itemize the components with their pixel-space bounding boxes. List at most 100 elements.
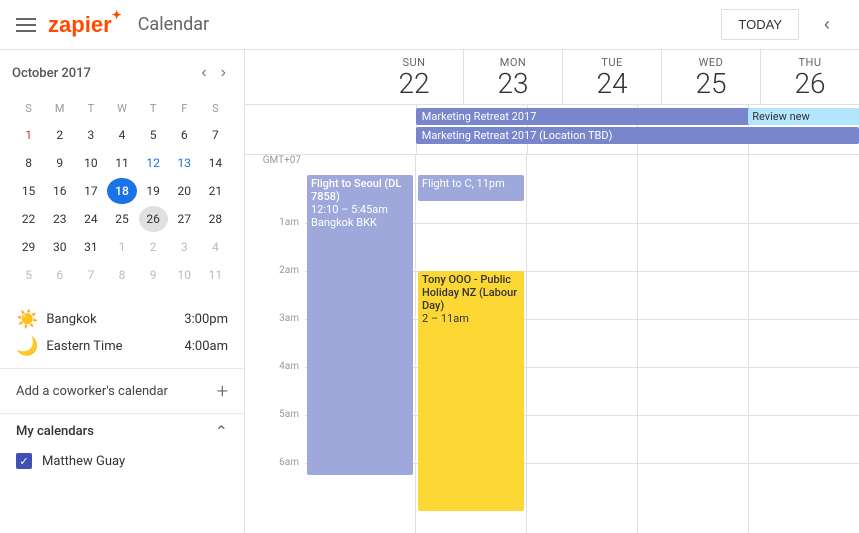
mini-cal-day[interactable]: 9 [139, 262, 168, 288]
allday-event-marketing1-label: Marketing Retreat 2017 [422, 110, 537, 123]
calendar-name-matthew: Matthew Guay [42, 454, 125, 469]
mini-cal-day[interactable]: 19 [139, 178, 168, 204]
mini-cal-day[interactable]: 4 [201, 234, 230, 260]
mini-cal-next[interactable]: › [215, 62, 232, 84]
mini-cal-day[interactable]: 30 [45, 234, 74, 260]
event-flight-c[interactable]: Flight to C, 11pm [418, 175, 524, 201]
event-flight-seoul[interactable]: Flight to Seoul (DL 7858) 12:10 – 5:45am… [307, 175, 413, 475]
event-tony-label: Tony OOO - Public Holiday NZ (Labour Day… [422, 273, 520, 312]
mini-cal-day[interactable]: 26 [139, 206, 168, 232]
mini-cal-day[interactable]: 2 [139, 234, 168, 260]
allday-label [245, 105, 305, 154]
mini-cal-day[interactable]: 9 [45, 150, 74, 176]
mini-cal-day[interactable]: 16 [45, 178, 74, 204]
nav-prev-button[interactable]: ‹ [811, 9, 843, 41]
mini-cal-day[interactable]: 11 [201, 262, 230, 288]
mini-cal-day[interactable]: 7 [201, 122, 230, 148]
mini-cal-title: October 2017 [12, 66, 91, 81]
calendar-checkbox-matthew[interactable]: ✓ [16, 453, 32, 469]
mini-cal-day[interactable]: 5 [14, 262, 43, 288]
day-header-thu: Thu 26 [760, 50, 859, 104]
allday-event-review[interactable]: Review new [748, 108, 859, 125]
mini-cal-day[interactable]: 17 [76, 178, 105, 204]
mini-cal-day[interactable]: 25 [107, 206, 136, 232]
day-num-sun: 22 [365, 69, 463, 100]
mini-cal-day[interactable]: 29 [14, 234, 43, 260]
day-header-tue: Tue 24 [562, 50, 661, 104]
mini-cal-day[interactable]: 1 [107, 234, 136, 260]
mini-cal-day[interactable]: 3 [170, 234, 199, 260]
time-label-5am: 5am [245, 409, 305, 457]
event-flight-seoul-detail2: Bangkok BKK [311, 216, 409, 229]
mini-cal-day[interactable]: 18 [107, 178, 136, 204]
logo-star-icon: ✦ [112, 8, 122, 22]
event-tony[interactable]: Tony OOO - Public Holiday NZ (Labour Day… [418, 271, 524, 511]
mini-cal-day[interactable]: 10 [76, 150, 105, 176]
mini-cal-day[interactable]: 12 [139, 150, 168, 176]
mini-cal-day[interactable]: 4 [107, 122, 136, 148]
day-num-tue: 24 [563, 69, 661, 100]
logo-zapier: z [48, 12, 59, 37]
today-button[interactable]: TODAY [721, 9, 799, 40]
mini-cal-day[interactable]: 2 [45, 122, 74, 148]
mini-cal-nav: ‹ › [195, 62, 232, 84]
calendar-main: Sun 22 Mon 23 Tue 24 Wed 25 Thu 26 [245, 50, 859, 533]
chevron-up-icon[interactable]: ⌃ [215, 422, 228, 441]
mini-cal-day[interactable]: 8 [107, 262, 136, 288]
mini-calendar: October 2017 ‹ › S M T W T F S [0, 50, 244, 298]
add-coworker-label: Add a coworker's calendar [16, 384, 168, 399]
day-header-mon: Mon 23 [463, 50, 562, 104]
mini-cal-day[interactable]: 6 [170, 122, 199, 148]
weekday-t2: T [139, 96, 168, 120]
add-coworker[interactable]: Add a coworker's calendar + [0, 368, 244, 413]
day-num-wed: 25 [662, 69, 760, 100]
mini-cal-day[interactable]: 8 [14, 150, 43, 176]
time-labels: GMT+07 1am 2am 3am 4am 5am 6am [245, 155, 305, 533]
mini-cal-day[interactable]: 24 [76, 206, 105, 232]
mini-cal-day[interactable]: 7 [76, 262, 105, 288]
timezone-eastern: 🌙 Eastern Time 4:00am [16, 333, 228, 360]
logo-area: zapier✦ [48, 12, 122, 38]
mini-cal-header: October 2017 ‹ › [12, 62, 232, 84]
weekday-s: S [14, 96, 43, 120]
mini-cal-day[interactable]: 22 [14, 206, 43, 232]
mini-cal-day[interactable]: 20 [170, 178, 199, 204]
mini-cal-day[interactable]: 13 [170, 150, 199, 176]
checkmark-icon: ✓ [19, 455, 28, 468]
mini-cal-day[interactable]: 15 [14, 178, 43, 204]
weekday-m: M [45, 96, 74, 120]
sidebar: October 2017 ‹ › S M T W T F S [0, 50, 245, 533]
allday-events-area: Marketing Retreat 2017 Marketing Retreat… [305, 105, 859, 154]
app-title: Calendar [138, 14, 209, 35]
logo-text: zapier✦ [48, 12, 122, 38]
my-cal-header: My calendars ⌃ [16, 422, 228, 441]
my-calendars-section: My calendars ⌃ ✓ Matthew Guay [0, 413, 244, 481]
mini-cal-day[interactable]: 21 [201, 178, 230, 204]
mini-cal-day[interactable]: 3 [76, 122, 105, 148]
allday-event-marketing2[interactable]: Marketing Retreat 2017 (Location TBD) [416, 127, 859, 144]
mini-cal-day[interactable]: 5 [139, 122, 168, 148]
timezone-eastern-name: Eastern Time [46, 339, 122, 354]
mini-cal-day[interactable]: 1 [14, 122, 43, 148]
timezone-bangkok-name: Bangkok [46, 312, 96, 327]
weekday-f: F [170, 96, 199, 120]
mini-cal-day[interactable]: 10 [170, 262, 199, 288]
my-cal-title: My calendars [16, 424, 94, 439]
grid-col-tue [526, 155, 637, 533]
mini-cal-day[interactable]: 14 [201, 150, 230, 176]
mini-cal-prev[interactable]: ‹ [195, 62, 212, 84]
hamburger-menu[interactable] [16, 18, 36, 32]
timezone-eastern-time: 4:00am [184, 339, 228, 354]
timezone-section: ☀️ Bangkok 3:00pm 🌙 Eastern Time 4:00am [0, 298, 244, 368]
allday-event-marketing2-label: Marketing Retreat 2017 (Location TBD) [422, 129, 613, 142]
mini-cal-day[interactable]: 27 [170, 206, 199, 232]
mini-cal-day[interactable]: 11 [107, 150, 136, 176]
mini-cal-day[interactable]: 23 [45, 206, 74, 232]
time-label-3am: 3am [245, 313, 305, 361]
mini-cal-day[interactable]: 28 [201, 206, 230, 232]
day-header-sun: Sun 22 [365, 50, 463, 104]
timezone-bangkok: ☀️ Bangkok 3:00pm [16, 306, 228, 333]
mini-cal-day[interactable]: 6 [45, 262, 74, 288]
mini-cal-day[interactable]: 31 [76, 234, 105, 260]
calendar-item-matthew[interactable]: ✓ Matthew Guay [16, 449, 228, 473]
